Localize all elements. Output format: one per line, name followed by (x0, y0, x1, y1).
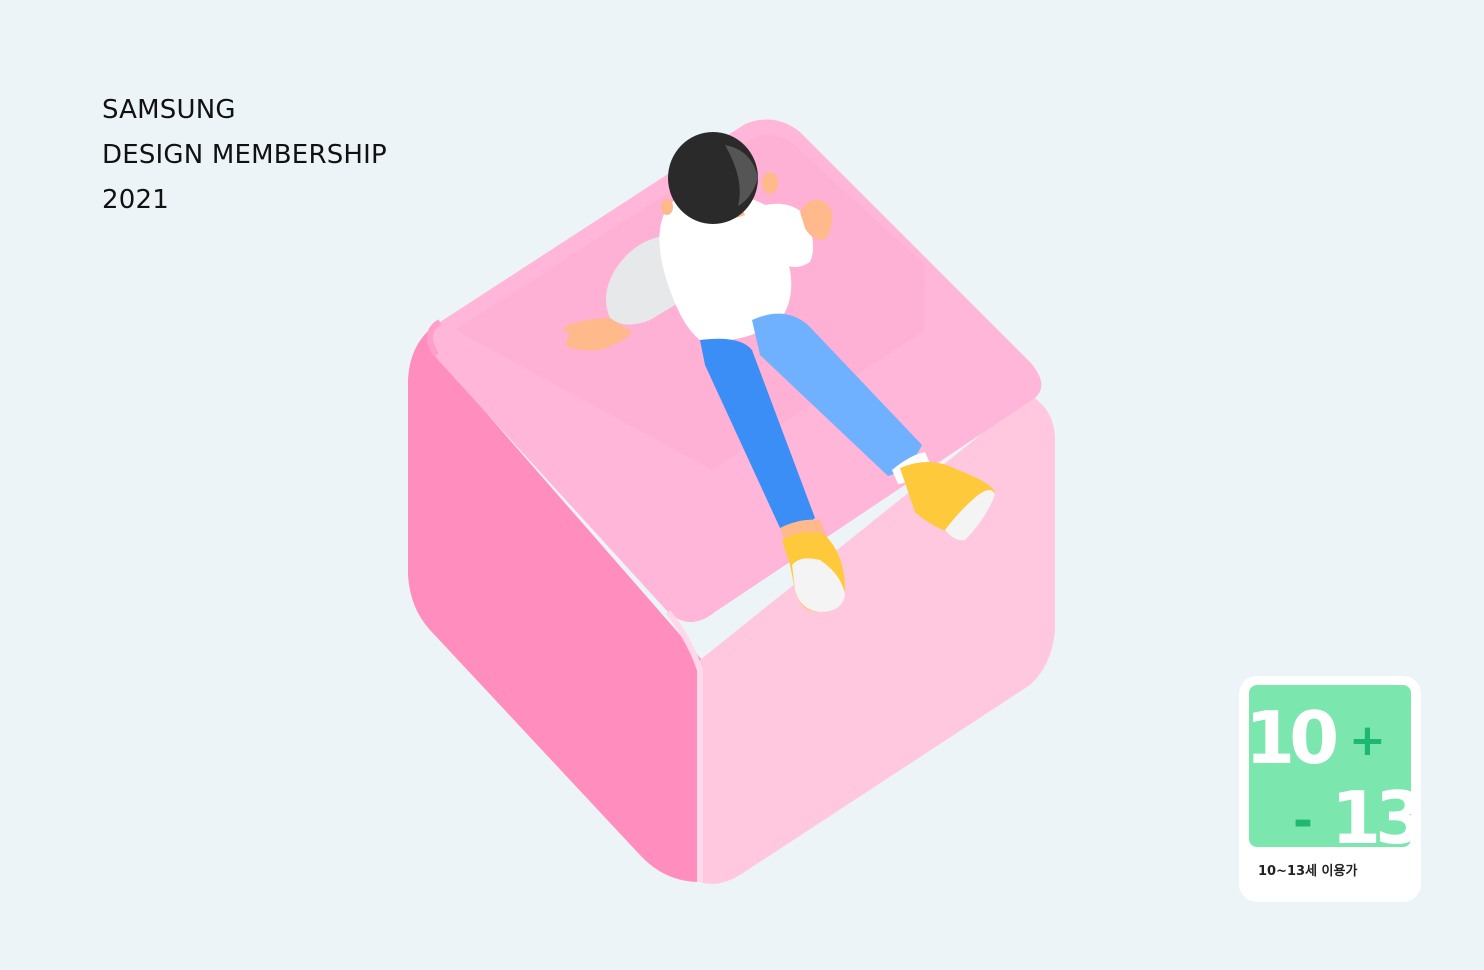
age-rating-graphic: 10 + - 13 (1249, 696, 1411, 847)
age-rating-caption: 10~13세 이용가 (1258, 864, 1358, 879)
person-ear-left (661, 199, 673, 215)
badge-plus-sign: + (1349, 715, 1386, 766)
badge-bottom-number: 13 (1331, 776, 1411, 847)
badge-top-number: 10 (1249, 696, 1336, 780)
age-rating-panel: 10 + - 13 (1249, 685, 1411, 847)
badge-minus-sign: - (1293, 793, 1313, 847)
person-ear (762, 172, 778, 194)
